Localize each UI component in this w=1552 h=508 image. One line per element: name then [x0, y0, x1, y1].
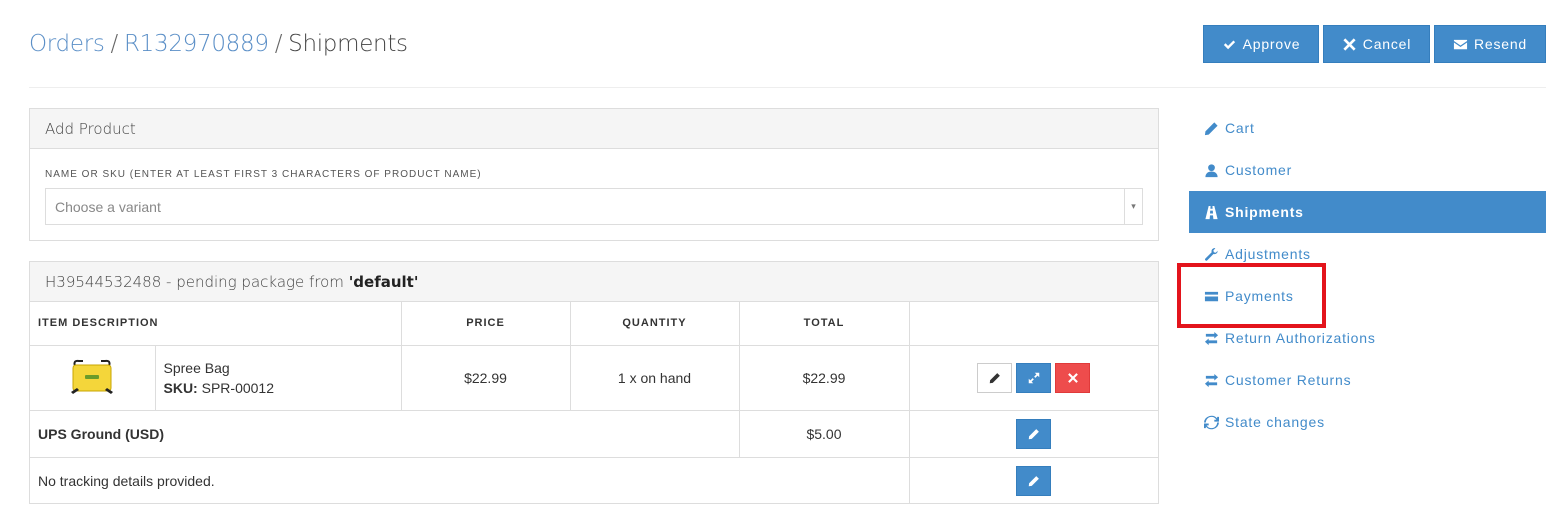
page-actions: Approve Cancel Resend	[1203, 25, 1546, 63]
close-icon	[1067, 372, 1078, 383]
resize-full-icon	[1028, 372, 1039, 383]
col-actions	[909, 302, 1158, 346]
sidebar-item-label: Payments	[1225, 288, 1294, 304]
sidebar-item-adjustments[interactable]: Adjustments	[1189, 233, 1546, 275]
item-price: $22.99	[401, 345, 571, 411]
add-product-heading: Add Product	[30, 109, 1158, 149]
shipping-method-name: UPS Ground (USD)	[30, 410, 740, 458]
page-title: Shipments	[288, 31, 408, 57]
add-product-panel: Add Product NAME OR SKU (ENTER AT LEAST …	[29, 108, 1159, 241]
refresh-icon	[1204, 415, 1219, 429]
transfer-icon	[1204, 331, 1219, 345]
col-item-description: ITEM DESCRIPTION	[30, 302, 402, 346]
sidebar-item-state-changes[interactable]: State changes	[1189, 401, 1546, 443]
pencil-icon	[1028, 428, 1039, 439]
sidebar-item-payments[interactable]: Payments	[1189, 275, 1546, 317]
sidebar-item-label: State changes	[1225, 414, 1325, 430]
shipment-number: H39544532488	[45, 272, 162, 291]
pencil-icon	[1204, 121, 1218, 135]
item-quantity: 1 x on hand	[570, 345, 740, 411]
chevron-down-icon[interactable]: ▾	[1124, 189, 1142, 224]
credit-card-icon	[1204, 291, 1219, 301]
sidebar-item-cart[interactable]: Cart	[1189, 107, 1546, 149]
breadcrumb-separator: /	[274, 31, 283, 57]
check-icon	[1223, 39, 1235, 49]
tracking-actions	[910, 465, 1159, 496]
sidebar-item-label: Adjustments	[1225, 246, 1311, 262]
item-total: $22.99	[739, 345, 910, 411]
resend-button[interactable]: Resend	[1434, 25, 1546, 63]
sidebar-item-label: Customer	[1225, 162, 1293, 178]
tracking-actions-cell	[909, 457, 1158, 504]
shipment-items-table: ITEM DESCRIPTION PRICE QUANTITY TOTAL Sp…	[30, 302, 1158, 504]
sidebar-item-return-authorizations[interactable]: Return Authorizations	[1189, 317, 1546, 359]
split-item-button[interactable]	[1016, 362, 1052, 393]
shipping-cost: $5.00	[739, 410, 910, 458]
product-name: Spree Bag	[163, 359, 230, 376]
sidebar-item-label: Customer Returns	[1225, 372, 1352, 388]
sidebar-item-customer[interactable]: Customer	[1189, 149, 1546, 191]
shipping-actions-cell	[909, 410, 1159, 458]
envelope-icon	[1453, 39, 1468, 49]
item-actions-cell	[909, 345, 1159, 411]
pencil-icon	[989, 372, 1000, 383]
product-info-cell: Spree Bag SKU: SPR-00012	[155, 345, 402, 411]
sku-value: SPR-00012	[197, 379, 275, 396]
breadcrumb-separator: /	[110, 31, 119, 57]
sidebar-item-label: Cart	[1225, 120, 1255, 136]
shipping-method-row: UPS Ground (USD) $5.00	[30, 410, 1159, 458]
shipment-status: - pending package from	[161, 272, 349, 291]
sku-label: SKU:	[163, 379, 198, 396]
product-thumbnail-cell	[30, 345, 156, 411]
transfer-icon	[1204, 373, 1219, 387]
user-icon	[1205, 163, 1218, 177]
close-icon	[1343, 37, 1356, 51]
product-sku: SKU: SPR-00012	[156, 378, 401, 398]
sidebar-item-shipments[interactable]: Shipments	[1189, 191, 1546, 233]
bag-image-icon	[71, 359, 114, 394]
edit-tracking-button[interactable]	[1016, 465, 1052, 496]
wrench-icon	[1205, 247, 1218, 261]
col-total: TOTAL	[739, 302, 910, 346]
breadcrumb-order-link[interactable]: R132970889	[124, 31, 269, 57]
sidebar-item-label: Shipments	[1225, 204, 1304, 220]
cancel-button[interactable]: Cancel	[1323, 25, 1430, 63]
sidebar-item-customer-returns[interactable]: Customer Returns	[1189, 359, 1546, 401]
col-quantity: QUANTITY	[570, 302, 740, 346]
item-actions	[910, 362, 1159, 393]
shipping-actions	[910, 418, 1159, 449]
edit-item-button[interactable]	[977, 362, 1013, 393]
order-tabs-sidebar: Cart Customer Shipments Adjustments Paym…	[1189, 107, 1546, 443]
breadcrumb: Orders / R132970889/Shipments	[29, 31, 408, 57]
edit-shipping-method-button[interactable]	[1016, 418, 1052, 449]
pencil-icon	[1028, 475, 1039, 486]
cancel-button-label: Cancel	[1362, 36, 1412, 52]
sidebar-item-label: Return Authorizations	[1225, 330, 1376, 346]
stock-location: 'default'	[348, 272, 419, 291]
header-divider	[29, 87, 1546, 88]
table-header-row: ITEM DESCRIPTION PRICE QUANTITY TOTAL	[30, 302, 1158, 346]
tracking-details: No tracking details provided.	[30, 457, 910, 504]
col-price: PRICE	[401, 302, 571, 346]
road-icon	[1205, 205, 1218, 219]
product-thumbnail	[30, 358, 155, 398]
approve-button[interactable]: Approve	[1203, 25, 1319, 63]
resend-button-label: Resend	[1473, 36, 1528, 52]
tracking-row: No tracking details provided.	[30, 457, 1158, 504]
shipment-heading: H39544532488 - pending package from 'def…	[30, 262, 1158, 302]
variant-select-placeholder: Choose a variant	[55, 198, 161, 215]
delete-item-button[interactable]	[1055, 362, 1091, 393]
breadcrumb-orders-link[interactable]: Orders	[29, 31, 105, 57]
table-row: Spree Bag SKU: SPR-00012 $22.99 1 x on h…	[30, 345, 1159, 411]
variant-field-label: NAME OR SKU (ENTER AT LEAST FIRST 3 CHAR…	[45, 169, 482, 180]
variant-select[interactable]: Choose a variant ▾	[45, 188, 1143, 225]
shipment-panel: H39544532488 - pending package from 'def…	[29, 261, 1159, 504]
approve-button-label: Approve	[1242, 36, 1301, 52]
